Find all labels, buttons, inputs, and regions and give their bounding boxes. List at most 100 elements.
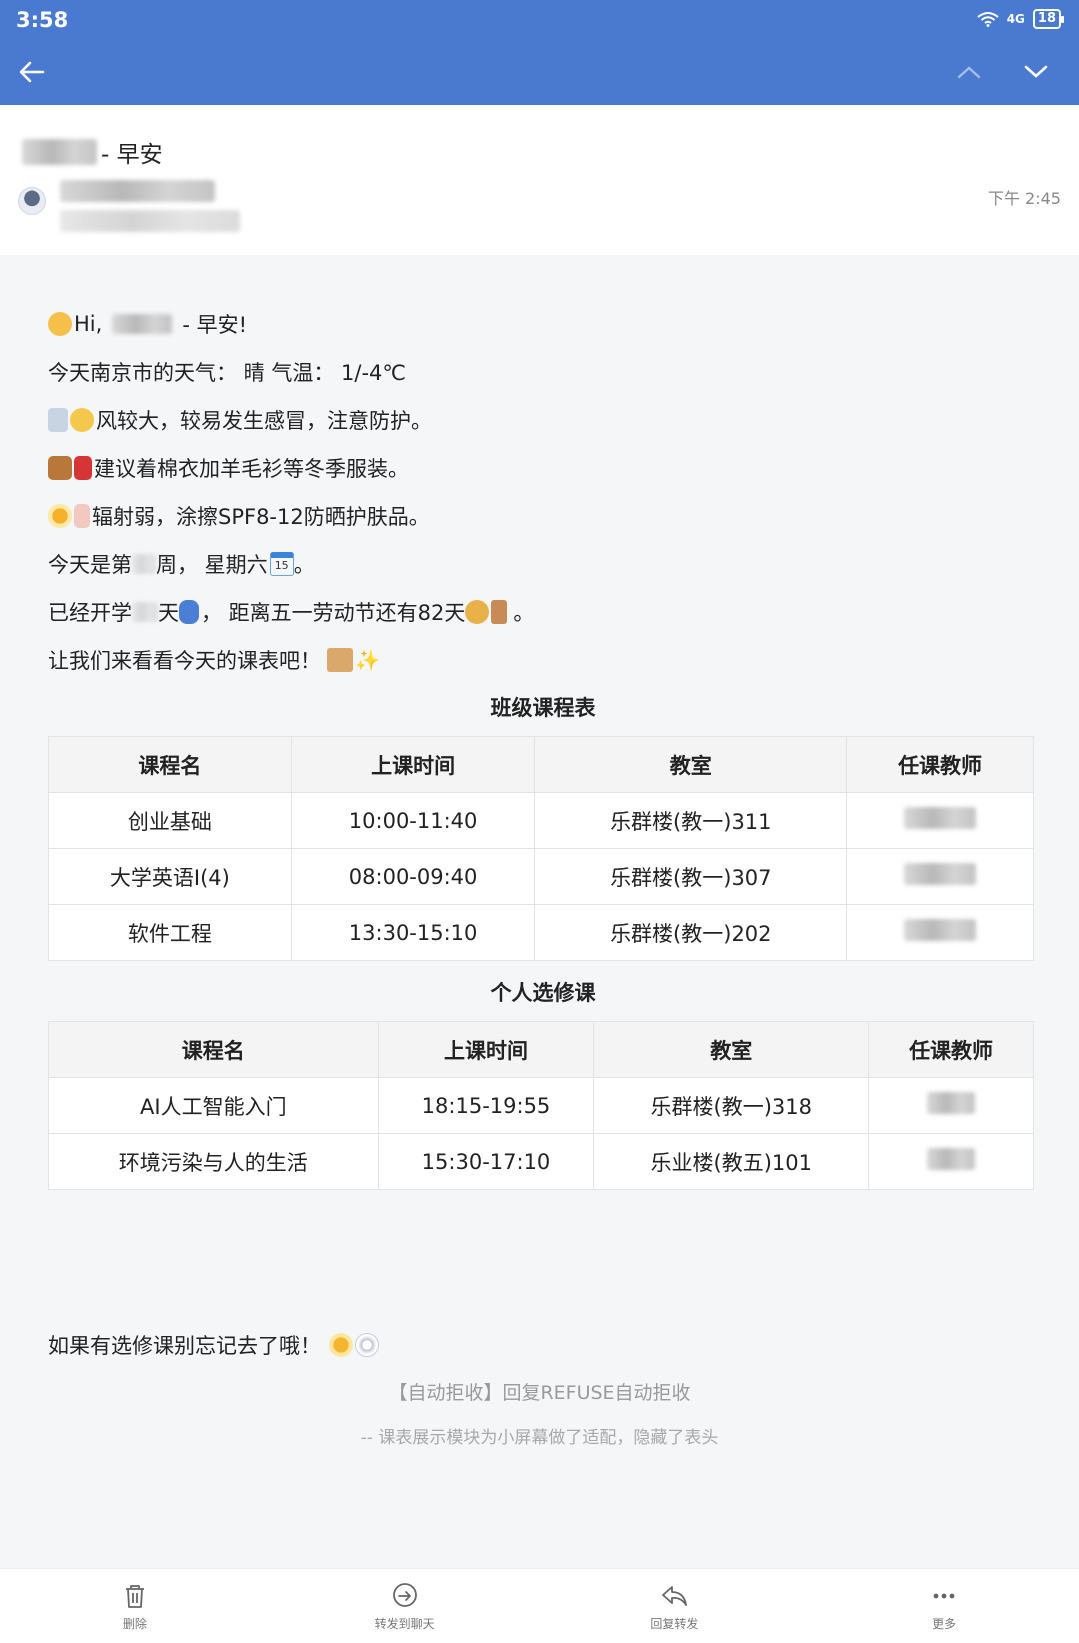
table-header-row: 课程名 上课时间 教室 任课教师 xyxy=(48,1021,1034,1078)
table-row: 环境污染与人的生活 15:30-17:10 乐业楼(教五)101 xyxy=(48,1133,1034,1190)
uv-text: 辐射弱，涂擦SPF8-12防晒护肤品。 xyxy=(92,505,430,529)
sender-redacted[interactable] xyxy=(60,180,215,202)
table-row: AI人工智能入门 18:15-19:55 乐群楼(教一)318 xyxy=(48,1077,1034,1134)
reply-forward-label: 回复转发 xyxy=(650,1616,699,1631)
week-suffix: 周， 星期六 xyxy=(156,553,268,577)
course-cell: 环境污染与人的生活 xyxy=(48,1133,379,1190)
wind-icon xyxy=(48,408,68,432)
delete-label: 删除 xyxy=(122,1616,147,1631)
table-row: 软件工程 13:30-15:10 乐群楼(教一)202 xyxy=(48,904,1034,961)
lets-see-text: 让我们来看看今天的课表吧！ xyxy=(48,649,321,673)
header-course: 课程名 xyxy=(48,1021,379,1078)
signal-icon: 4G xyxy=(1006,12,1025,26)
header-room: 教室 xyxy=(534,736,848,793)
trash-icon xyxy=(125,1584,144,1608)
uv-line: 辐射弱，涂擦SPF8-12防晒护肤品。 xyxy=(48,492,1038,540)
more-label: 更多 xyxy=(932,1616,957,1631)
reply-forward-button[interactable]: 回复转发 xyxy=(540,1569,810,1643)
chevron-up-icon[interactable] xyxy=(955,60,983,84)
wifi-icon xyxy=(977,11,999,27)
room-cell: 乐群楼(教一)202 xyxy=(534,904,848,961)
teacher-redacted xyxy=(904,863,977,885)
battery-icon: 18 xyxy=(1032,9,1065,29)
mail-time: 下午 2:45 xyxy=(987,189,1061,208)
school-suffix: ， 距离五一劳动节还有82天 xyxy=(201,601,466,625)
week-line: 今天是第 周， 星期六 15 。 xyxy=(48,540,1038,588)
mail-body: Hi, - 早安! 今天南京市的天气： 晴 气温： 1/-4℃ 风较大，较易发生… xyxy=(48,300,1038,1190)
calendar-day: 15 xyxy=(274,559,289,572)
room-cell: 乐群楼(教一)318 xyxy=(593,1077,870,1134)
bottom-toolbar: 删除 转发到聊天 回复转发 更多 xyxy=(0,1568,1079,1643)
backpack-icon xyxy=(179,600,199,624)
snowflake-icon xyxy=(355,1333,379,1357)
class-schedule-table: 课程名 上课时间 教室 任课教师 创业基础 10:00-11:40 乐群楼(教一… xyxy=(48,736,1034,961)
greeting-hi: Hi, xyxy=(74,312,103,336)
mask-face-icon xyxy=(70,408,94,432)
lets-see-line: 让我们来看看今天的课表吧！ ✨ xyxy=(48,636,1038,684)
mail-subject: - 早安 xyxy=(22,135,163,169)
forward-chat-label: 转发到聊天 xyxy=(374,1616,435,1631)
teacher-redacted xyxy=(927,1148,976,1170)
teacher-cell xyxy=(846,848,1034,905)
sun-icon xyxy=(48,504,72,528)
room-cell: 乐群楼(教一)311 xyxy=(534,792,848,849)
glove-icon xyxy=(74,456,92,480)
greeting-name-redacted xyxy=(112,314,173,334)
time-cell: 15:30-17:10 xyxy=(377,1133,595,1190)
reminder-line: 如果有选修课别忘记去了哦！ xyxy=(48,1325,381,1365)
more-button[interactable]: 更多 xyxy=(809,1569,1079,1643)
room-cell: 乐业楼(教五)101 xyxy=(593,1133,870,1190)
delete-button[interactable]: 删除 xyxy=(0,1569,270,1643)
clothing-line: 建议着棉衣加羊毛衫等冬季服装。 xyxy=(48,444,1038,492)
header-course: 课程名 xyxy=(48,736,292,793)
footer-note: -- 课表展示模块为小屏幕做了适配，隐藏了表头 xyxy=(360,1428,719,1448)
forward-to-chat-button[interactable]: 转发到聊天 xyxy=(270,1569,540,1643)
calendar-icon: 15 xyxy=(269,552,294,576)
teacher-redacted xyxy=(904,919,977,941)
open-book-icon xyxy=(327,648,353,672)
coat-icon xyxy=(48,456,72,480)
school-end: 。 xyxy=(513,601,535,625)
teacher-cell xyxy=(868,1133,1034,1190)
table-row: 创业基础 10:00-11:40 乐群楼(教一)311 xyxy=(48,792,1034,849)
course-cell: 大学英语I(4) xyxy=(48,848,292,905)
teacher-cell xyxy=(846,792,1034,849)
avatar[interactable] xyxy=(18,187,46,215)
forward-chat-icon xyxy=(392,1582,417,1607)
school-days-redacted xyxy=(132,602,158,622)
sun-sparkle-icon xyxy=(329,1333,353,1357)
time-cell: 13:30-15:10 xyxy=(290,904,536,961)
time-cell: 10:00-11:40 xyxy=(290,792,536,849)
school-mid: 天 xyxy=(158,601,179,625)
elective-table: 课程名 上课时间 教室 任课教师 AI人工智能入门 18:15-19:55 乐群… xyxy=(48,1021,1034,1190)
time-cell: 08:00-09:40 xyxy=(290,848,536,905)
status-time: 3:58 xyxy=(16,8,69,32)
back-arrow-icon[interactable] xyxy=(18,58,46,86)
room-cell: 乐群楼(教一)307 xyxy=(534,848,848,905)
course-cell: 创业基础 xyxy=(48,792,292,849)
subject-name-redacted xyxy=(22,139,97,165)
chevron-down-icon[interactable] xyxy=(1022,60,1050,84)
wind-text: 风较大，较易发生感冒，注意防护。 xyxy=(96,409,432,433)
header-teacher: 任课教师 xyxy=(868,1021,1034,1078)
reminder-text: 如果有选修课别忘记去了哦！ xyxy=(48,1334,321,1358)
weather-line: 今天南京市的天气： 晴 气温： 1/-4℃ xyxy=(48,361,406,385)
sparkles-icon: ✨ xyxy=(355,648,380,672)
waving-hand-icon xyxy=(48,312,72,336)
auto-reject-text[interactable]: 【自动拒收】回复REFUSE自动拒收 xyxy=(0,1378,1079,1405)
course-cell: AI人工智能入门 xyxy=(48,1077,379,1134)
teacher-cell xyxy=(846,904,1034,961)
week-number-redacted xyxy=(132,554,156,574)
school-line: 已经开学 天 ， 距离五一劳动节还有82天 。 xyxy=(48,588,1038,636)
table-row: 大学英语I(4) 08:00-09:40 乐群楼(教一)307 xyxy=(48,848,1034,905)
header-room: 教室 xyxy=(593,1021,870,1078)
recipient-redacted[interactable] xyxy=(60,210,240,232)
status-icons: 4G 18 xyxy=(977,9,1065,29)
table-header-row: 课程名 上课时间 教室 任课教师 xyxy=(48,736,1034,793)
wind-line: 风较大，较易发生感冒，注意防护。 xyxy=(48,396,1038,444)
more-dots-icon xyxy=(933,1593,955,1598)
time-cell: 18:15-19:55 xyxy=(377,1077,595,1134)
teacher-cell xyxy=(868,1077,1034,1134)
header-time: 上课时间 xyxy=(377,1021,595,1078)
greeting-line: Hi, - 早安! xyxy=(48,300,1038,348)
